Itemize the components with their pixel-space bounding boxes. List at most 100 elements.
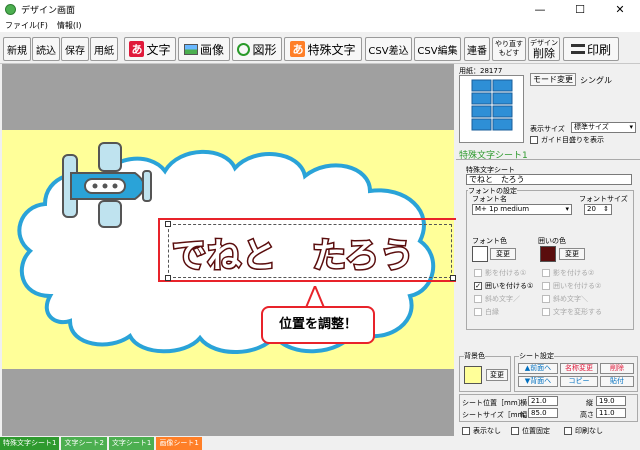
deform-box[interactable] [542,308,550,316]
special-text-content: でねと たろう [171,235,416,278]
circle-icon [237,42,251,56]
mode-value: シングル [580,76,612,85]
redo-label[interactable]: やり直す [495,40,523,49]
menu-info[interactable]: 情報(I) [57,19,82,32]
send-back-button[interactable]: ▼背面へ [518,376,558,387]
shadow1-box[interactable] [474,269,482,277]
outline2-checkbox[interactable]: 囲いを付ける② [542,281,601,291]
font-name-label: フォント名 [472,195,507,203]
hide-box[interactable] [462,427,470,435]
guide-checkbox-box[interactable] [530,136,538,144]
fix-position-label: 位置固定 [522,427,550,435]
hide-checkbox[interactable]: 表示なし [462,426,501,436]
fix-position-box[interactable] [511,427,519,435]
print-button[interactable]: 印刷 [563,37,619,61]
mode-change-button[interactable]: モード変更 [530,73,576,86]
tab-text-sheet-2[interactable]: 文字シート2 [61,437,107,450]
save-button[interactable]: 保存 [61,37,89,61]
background-color-swatch[interactable] [464,366,482,384]
delete-sheet-button[interactable]: 削除 [600,363,634,374]
vertical-position-input[interactable]: 19.0 [596,396,626,406]
no-print-label: 印刷なし [575,427,603,435]
font-color-change-button[interactable]: 変更 [490,248,516,260]
font-name-select[interactable]: M+ 1p medium ▾ [472,204,572,215]
font-name-value: M+ 1p medium [475,205,530,213]
height-input[interactable]: 11.0 [596,408,626,418]
resize-handle-bl[interactable] [165,275,171,281]
shadow1-checkbox[interactable]: 影を付ける① [474,268,526,278]
title-bar: デザイン画面 — ☐ ✕ [0,0,640,19]
airplane-image[interactable] [57,141,157,231]
fix-position-checkbox[interactable]: 位置固定 [511,426,550,436]
sheet-tabs: 特殊文字シート1 文字シート2 文字シート1 画像シート1 [0,437,640,450]
paper-button[interactable]: 用紙 [90,37,118,61]
outline-color-change-button[interactable]: 変更 [559,248,585,260]
white-edge-checkbox[interactable]: 白縁 [474,307,499,317]
horizontal-position-input[interactable]: 21.0 [528,396,558,406]
shape-button[interactable]: 図形 [232,37,282,61]
print-label: 印刷 [586,42,611,57]
guide-checkbox[interactable]: ガイド目盛りを表示 [530,135,604,145]
stepper-arrows-icon[interactable]: ⇕ [603,205,609,214]
sheet-text-input[interactable]: でねと たろう [466,174,632,185]
undo-label[interactable]: もどす [499,49,520,58]
italic-right-checkbox[interactable]: 斜め文字＼ [542,294,588,304]
numbering-button[interactable]: 連番 [464,37,490,61]
csv-edit-button[interactable]: CSV編集 [414,37,461,61]
menu-file[interactable]: ファイル(F) [5,19,48,32]
shadow2-checkbox[interactable]: 影を付ける② [542,268,594,278]
text-button[interactable]: あ 文字 [124,37,176,61]
outline1-checkbox[interactable]: ✓ 囲いを付ける① [474,281,533,291]
toolbar: 新規 読込 保存 用紙 あ 文字 画像 図形 あ 特殊文字 CSV差込 CSV編… [0,32,640,64]
outline1-box[interactable]: ✓ [474,282,482,290]
special-a-icon: あ [290,41,306,57]
image-button-label: 画像 [199,42,224,57]
font-color-label: フォント色 [472,237,507,245]
bring-front-button[interactable]: ▲前面へ [518,363,558,374]
read-button[interactable]: 読込 [32,37,60,61]
menu-bar: ファイル(F) 情報(I) [0,19,640,32]
width-label: 幅 [520,411,527,419]
maximize-button[interactable]: ☐ [560,0,600,19]
csv-insert-button[interactable]: CSV差込 [365,37,412,61]
italic-left-box[interactable] [474,295,482,303]
tab-image-sheet-1[interactable]: 画像シート1 [156,437,202,450]
tab-special-text-sheet-1[interactable]: 特殊文字シート1 [0,437,60,450]
paste-button[interactable]: 貼付 [600,376,634,387]
sheet-position-label: シート位置［mm］ [462,399,525,407]
width-input[interactable]: 85.0 [528,408,558,418]
special-text-button[interactable]: あ 特殊文字 [284,37,362,61]
outline2-box[interactable] [542,282,550,290]
close-button[interactable]: ✕ [600,0,640,19]
rename-button[interactable]: 名称変更 [560,363,598,374]
no-print-box[interactable] [564,427,572,435]
shadow2-box[interactable] [542,269,550,277]
no-print-checkbox[interactable]: 印刷なし [564,426,603,436]
tab-text-sheet-1[interactable]: 文字シート1 [108,437,155,450]
text-a-icon: あ [129,41,145,57]
shadow2-label: 影を付ける② [553,269,595,277]
design-delete-button[interactable]: デザイン 削除 [528,37,560,61]
font-size-stepper[interactable]: 20 ⇕ [584,204,612,215]
white-edge-box[interactable] [474,308,482,316]
app-icon [5,4,16,15]
resize-handle-tl[interactable] [165,221,171,227]
font-color-swatch[interactable] [472,246,488,262]
image-button[interactable]: 画像 [178,37,230,61]
new-button[interactable]: 新規 [3,37,31,61]
outline-color-swatch[interactable] [540,246,556,262]
display-size-select[interactable]: 標準サイズ ▾ [571,122,636,133]
redo-undo-button[interactable]: やり直す もどす [492,37,526,61]
outline1-label: 囲いを付ける① [485,282,534,290]
deform-checkbox[interactable]: 文字を変形する [542,307,602,317]
paper-layout-grid [471,79,513,131]
minimize-button[interactable]: — [520,0,560,19]
outline-color-label: 囲いの色 [538,237,566,245]
window-title: デザイン画面 [21,6,76,16]
italic-left-checkbox[interactable]: 斜め文字／ [474,294,520,304]
special-text-label: 特殊文字 [307,42,356,57]
italic-right-box[interactable] [542,295,550,303]
copy-button[interactable]: コピー [560,376,598,387]
background-color-change-button[interactable]: 変更 [486,369,508,381]
dropdown-arrow-icon: ▾ [629,123,633,131]
